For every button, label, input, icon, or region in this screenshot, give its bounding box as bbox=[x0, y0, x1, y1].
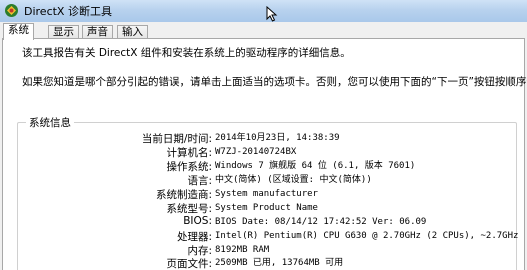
info-label: 操作系统: bbox=[166, 161, 212, 173]
info-label: BIOS: bbox=[183, 215, 212, 227]
info-value: 2509MB 已用, 13764MB 可用 bbox=[215, 258, 344, 268]
info-label: 当前日期/时间: bbox=[141, 133, 212, 145]
tab-sound[interactable]: 声音 bbox=[82, 25, 113, 39]
info-label: 页面文件: bbox=[166, 258, 212, 270]
directx-icon bbox=[5, 4, 18, 17]
tab-display[interactable]: 显示 bbox=[48, 25, 79, 39]
intro-text-line1: 该工具报告有关 DirectX 组件和安装在系统上的驱动程序的详细信息。 bbox=[22, 47, 351, 59]
info-value: Windows 7 旗舰版 64 位 (6.1, 版本 7601) bbox=[215, 161, 416, 171]
system-info-title: 系统信息 bbox=[26, 115, 74, 130]
tab-system[interactable]: 系统 bbox=[3, 23, 34, 40]
info-label: 处理器: bbox=[176, 231, 212, 243]
mouse-cursor-icon bbox=[266, 6, 278, 22]
info-value: BIOS Date: 08/14/12 17:42:52 Ver: 06.09 bbox=[215, 217, 427, 227]
info-value: 中文(简体) (区域设置: 中文(简体)) bbox=[215, 175, 372, 185]
info-value: System Product Name bbox=[215, 203, 318, 213]
info-value: Intel(R) Pentium(R) CPU G630 @ 2.70GHz (… bbox=[215, 231, 519, 241]
tab-label: 系统 bbox=[8, 24, 29, 36]
window-title: DirectX 诊断工具 bbox=[24, 5, 112, 18]
info-value: System manufacturer bbox=[215, 189, 318, 199]
tab-input[interactable]: 输入 bbox=[117, 25, 148, 39]
info-value: 8192MB RAM bbox=[215, 245, 270, 255]
info-label: 系统型号: bbox=[166, 203, 212, 215]
info-label: 计算机名: bbox=[166, 147, 212, 159]
tab-label: 输入 bbox=[122, 26, 143, 38]
dxdiag-window: DirectX 诊断工具 系统 显示 声音 输入 该工具报告有关 DirectX… bbox=[0, 0, 527, 270]
tab-label: 显示 bbox=[53, 26, 74, 38]
info-label: 语言: bbox=[187, 175, 212, 187]
info-value: W7ZJ-20140724BX bbox=[215, 147, 297, 157]
tab-strip: 系统 显示 声音 输入 bbox=[0, 22, 527, 40]
title-bar[interactable]: DirectX 诊断工具 bbox=[0, 0, 527, 23]
info-label: 系统制造商: bbox=[155, 189, 212, 201]
intro-text-line2: 如果您知道是哪个部分引起的错误，请单击上面适当的选项卡。否则，您可以使用下面的“… bbox=[22, 76, 527, 88]
tab-label: 声音 bbox=[87, 26, 108, 38]
info-value: 2014年10月23日, 14:38:39 bbox=[215, 133, 340, 143]
